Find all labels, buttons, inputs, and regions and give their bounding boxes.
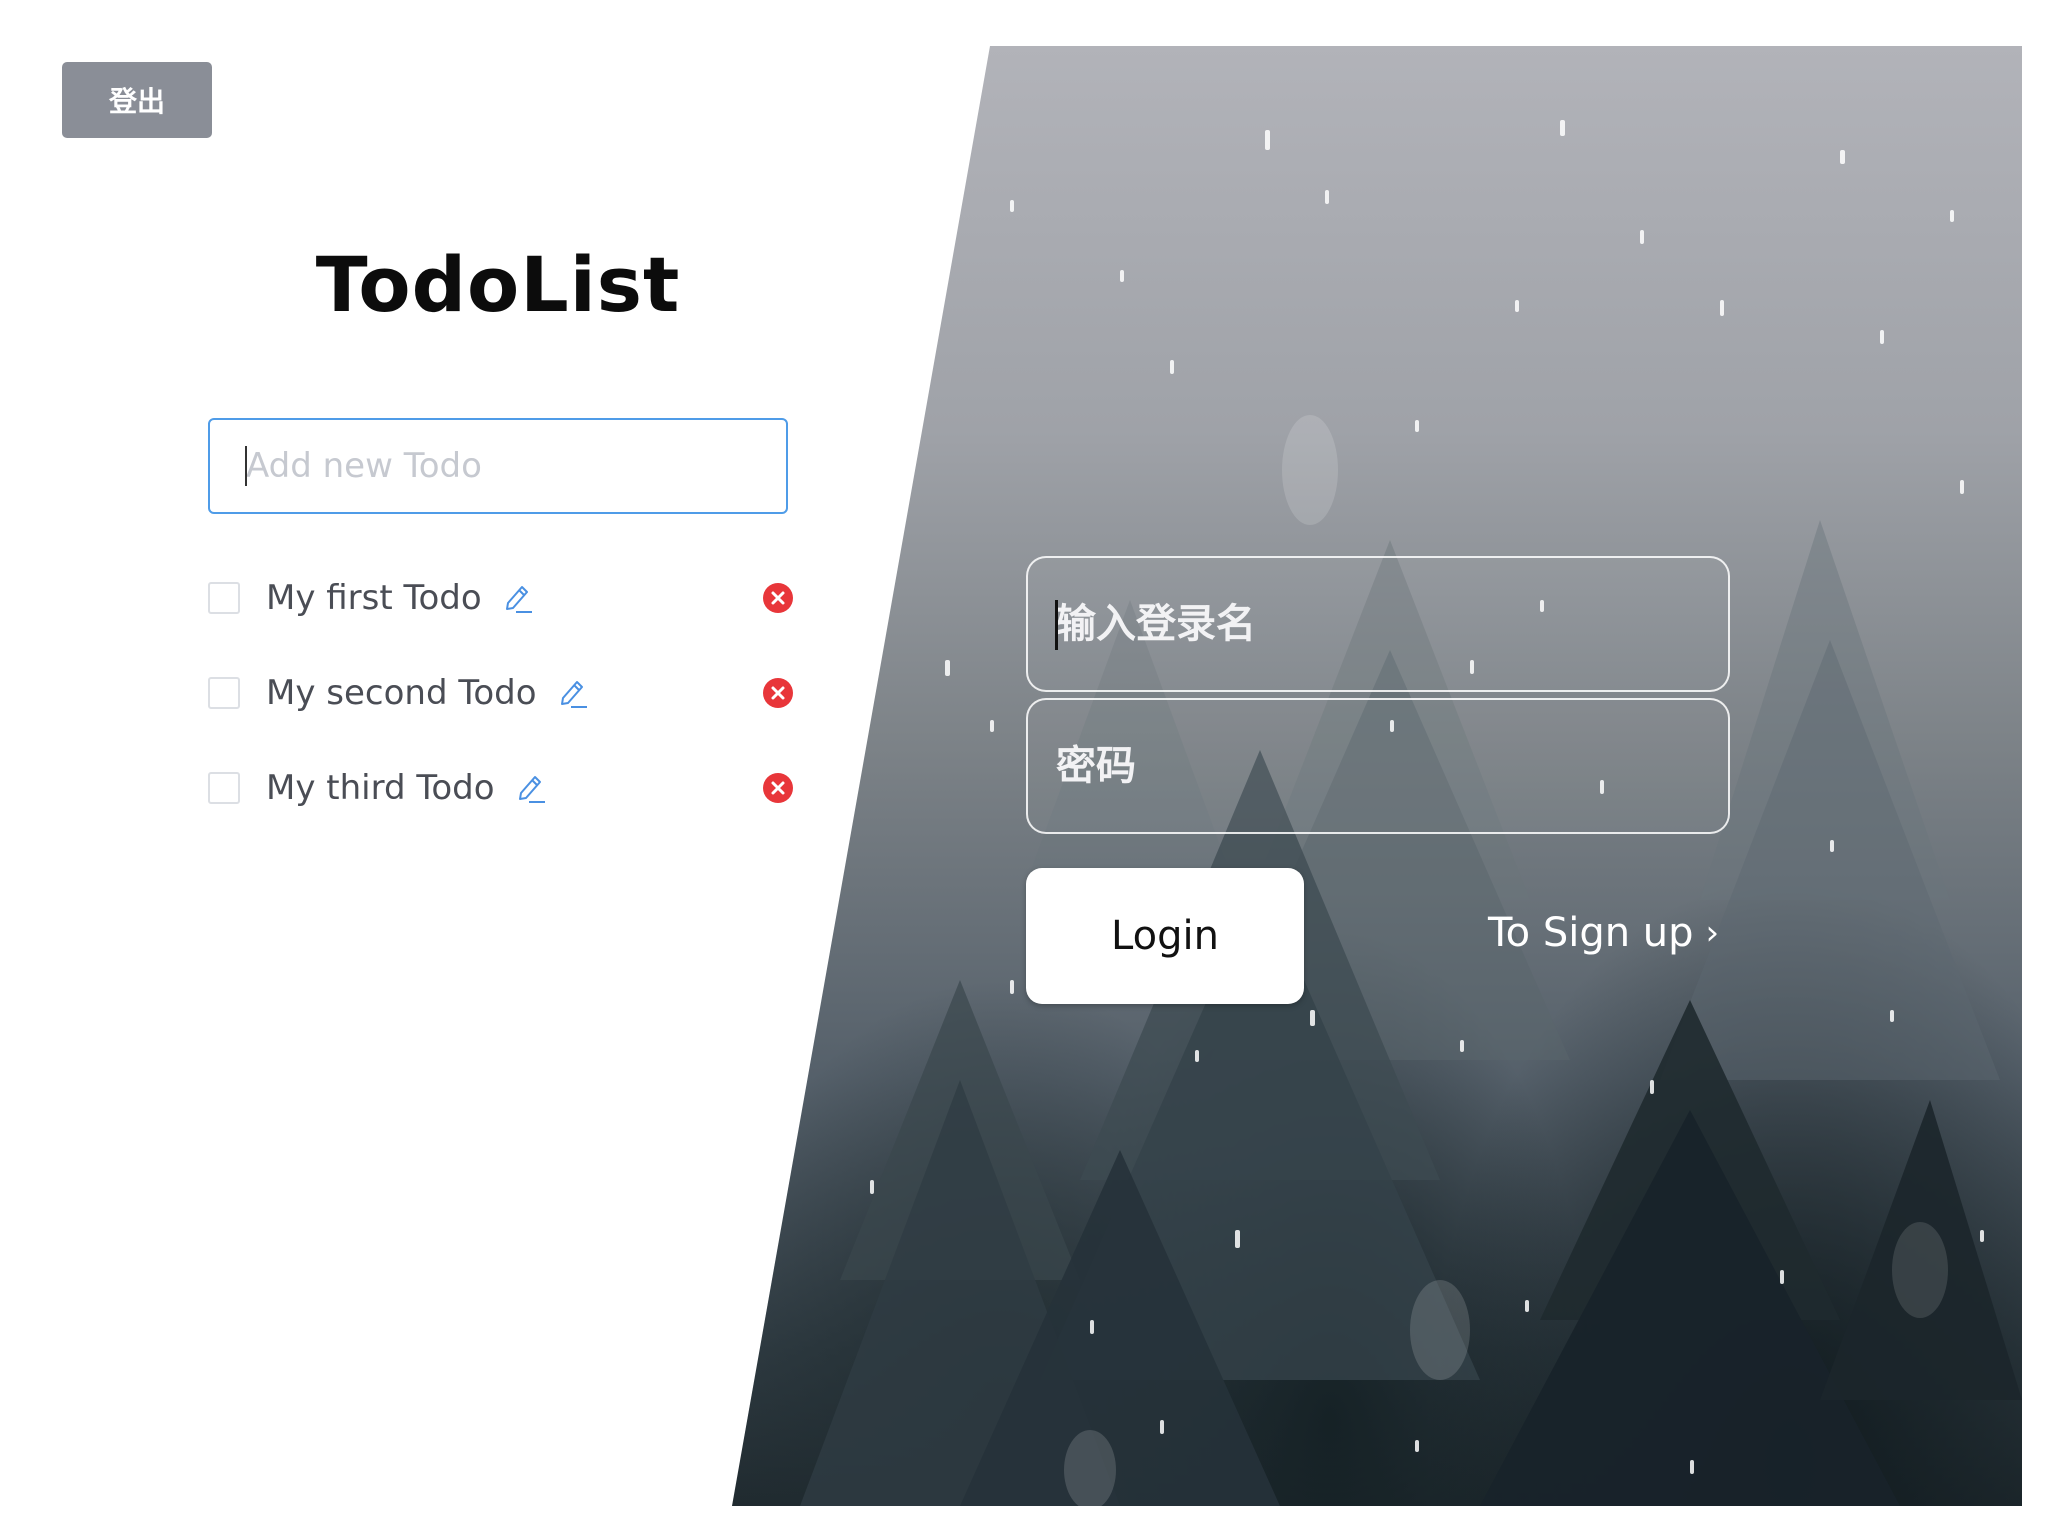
- close-circle-icon[interactable]: [762, 772, 794, 804]
- sign-up-link[interactable]: To Sign up ›: [1488, 910, 1719, 956]
- todo-text: My second Todo: [266, 672, 537, 713]
- pencil-icon[interactable]: [515, 771, 547, 805]
- close-circle-icon[interactable]: [762, 582, 794, 614]
- new-todo-input[interactable]: [208, 418, 788, 514]
- pencil-icon[interactable]: [502, 581, 534, 615]
- todo-text: My third Todo: [266, 767, 495, 808]
- username-field[interactable]: [1026, 556, 1730, 692]
- login-button[interactable]: Login: [1026, 868, 1304, 1004]
- todo-item: My second Todo: [208, 645, 794, 740]
- todo-list: My first Todo My second Todo My third To…: [208, 550, 794, 835]
- todo-checkbox[interactable]: [208, 771, 240, 804]
- todo-item: My first Todo: [208, 550, 794, 645]
- todo-item: My third Todo: [208, 740, 794, 835]
- todo-checkbox[interactable]: [208, 676, 240, 709]
- todo-checkbox[interactable]: [208, 581, 240, 614]
- logout-button[interactable]: 登出: [62, 62, 212, 138]
- page-title: TodoList: [315, 240, 681, 329]
- sign-up-label: To Sign up: [1488, 910, 1694, 956]
- password-field[interactable]: [1026, 698, 1730, 834]
- pencil-icon[interactable]: [557, 676, 589, 710]
- todo-text: My first Todo: [266, 577, 482, 618]
- close-circle-icon[interactable]: [762, 677, 794, 709]
- chevron-right-icon: ›: [1705, 913, 1720, 953]
